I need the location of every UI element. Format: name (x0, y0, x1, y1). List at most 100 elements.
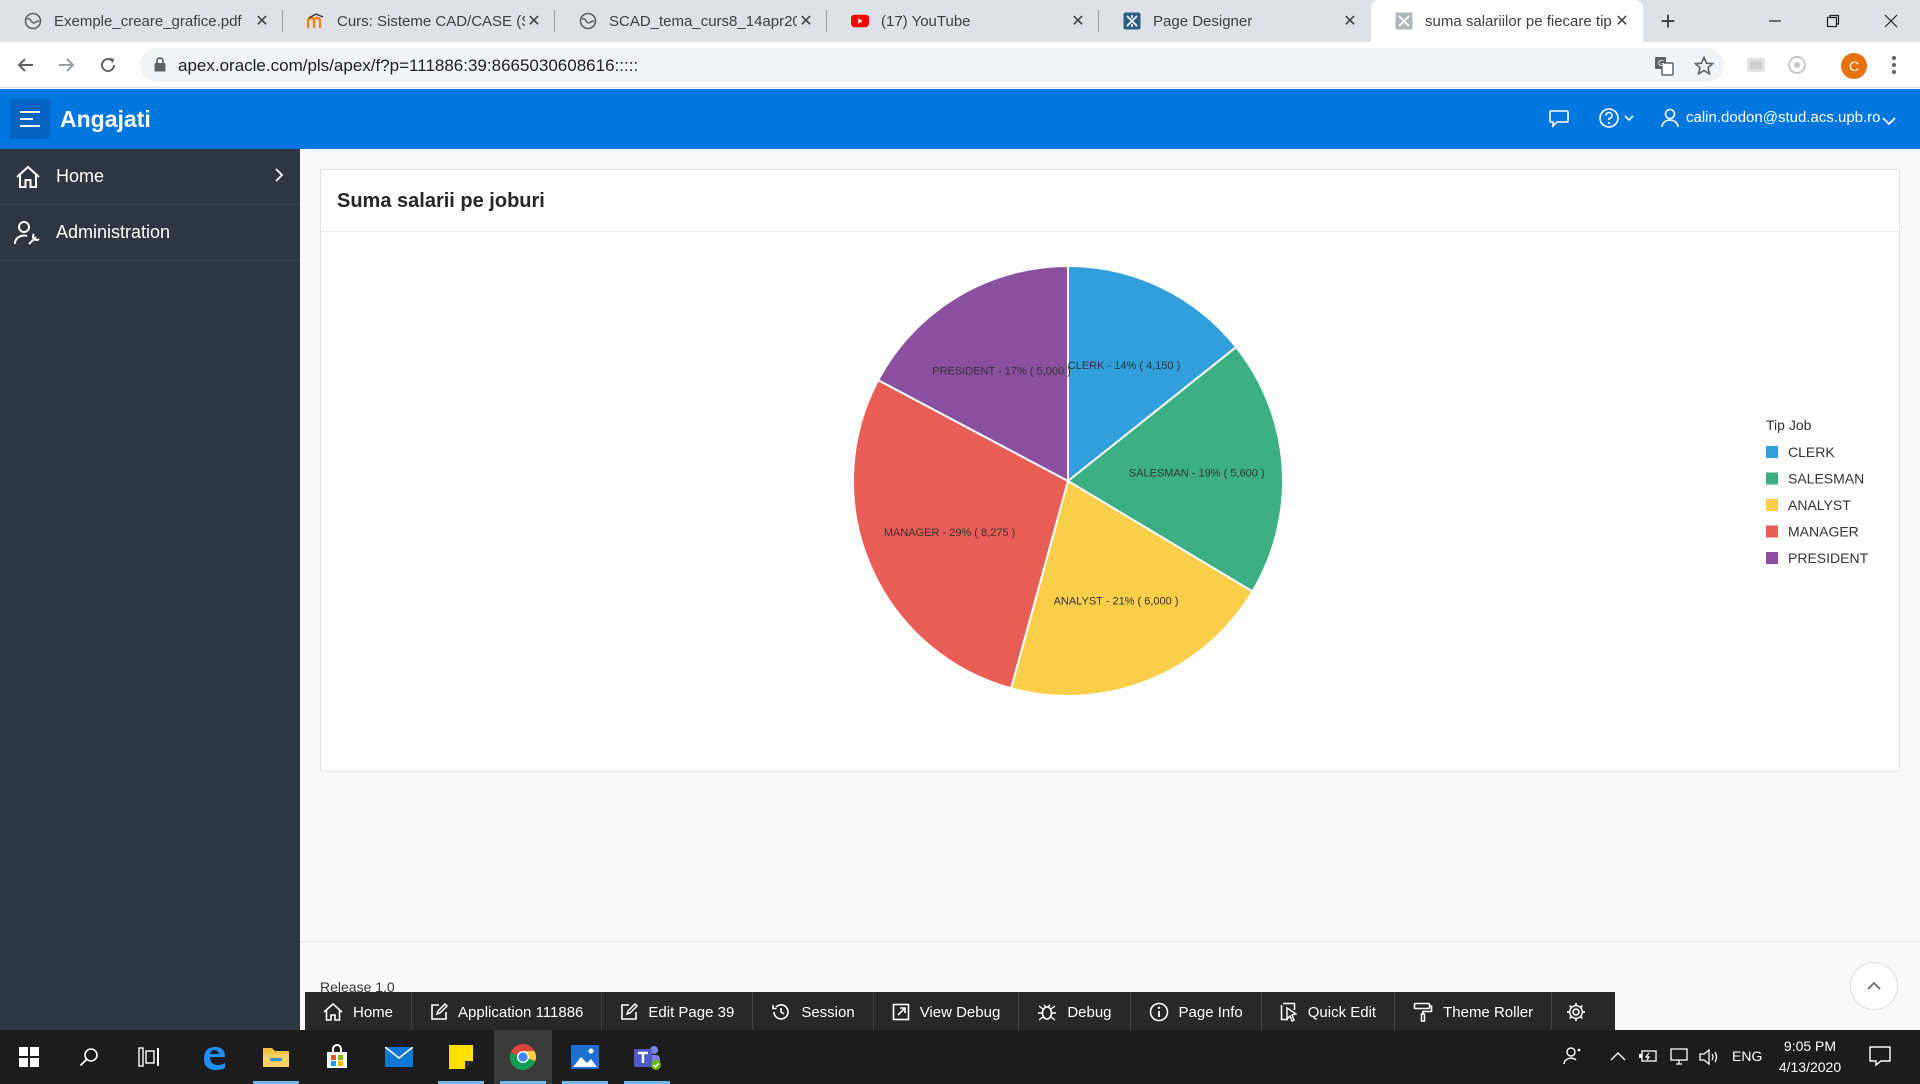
battery-icon[interactable] (1638, 1048, 1658, 1067)
developer-toolbar: Home Application 111886 Edit Page 39 Ses… (305, 992, 1615, 1032)
devbar-theme-roller-button[interactable]: Theme Roller (1395, 992, 1553, 1032)
extension-icon[interactable] (1745, 54, 1767, 76)
tab-title: (17) YouTube (881, 12, 971, 30)
back-button[interactable] (12, 51, 40, 79)
chart-region: Suma salarii pe joburi CLERK - 14% ( 4,1… (320, 169, 1900, 772)
start-button[interactable] (0, 1030, 58, 1084)
devbar-label: Theme Roller (1443, 1003, 1534, 1021)
browser-tab[interactable]: SCAD_tema_curs8_14apr202 ✕ (555, 0, 827, 42)
network-icon[interactable] (1668, 1048, 1690, 1069)
language-indicator[interactable]: ENG (1732, 1048, 1762, 1064)
close-tab-icon[interactable]: ✕ (1341, 11, 1359, 31)
close-tab-icon[interactable]: ✕ (1613, 11, 1631, 31)
cursor-icon (1280, 1002, 1298, 1022)
footer-divider (300, 941, 1920, 942)
browser-tab-active[interactable]: suma salariilor pe fiecare tip ✕ (1371, 0, 1643, 42)
pie-data-label: ANALYST - 21% ( 6,000 ) (1054, 596, 1179, 608)
devbar-home-button[interactable]: Home (305, 992, 413, 1032)
legend-swatch[interactable] (1766, 499, 1778, 511)
lock-icon (154, 57, 166, 77)
browser-tab[interactable]: (17) YouTube ✕ (827, 0, 1099, 42)
devbar-label: Edit Page 39 (648, 1003, 735, 1021)
devbar-session-button[interactable]: Session (753, 992, 874, 1032)
forward-button[interactable] (52, 51, 80, 79)
devbar-label: Debug (1067, 1003, 1112, 1021)
menu-toggle-button[interactable] (10, 99, 50, 139)
help-icon[interactable] (1598, 107, 1638, 134)
legend-swatch[interactable] (1766, 446, 1778, 458)
system-clock[interactable]: 9:05 PM 4/13/2020 (1770, 1036, 1850, 1078)
chevron-down-icon[interactable] (1882, 113, 1896, 131)
home-icon (323, 1003, 343, 1021)
mail-app[interactable] (370, 1030, 428, 1084)
devbar-application-button[interactable]: Application 111886 (412, 992, 603, 1032)
bookmark-star-icon[interactable] (1693, 55, 1715, 76)
user-menu[interactable]: calin.dodon@stud.acs.upb.ro (1686, 109, 1881, 126)
browser-menu-icon[interactable] (1883, 54, 1905, 76)
clock-date: 4/13/2020 (1778, 1059, 1842, 1075)
devbar-debug-button[interactable]: Debug (1019, 992, 1131, 1032)
pie-data-label: MANAGER - 29% ( 8,275 ) (884, 527, 1015, 539)
legend-label[interactable]: ANALYST (1788, 497, 1851, 513)
browser-tab[interactable]: Curs: Sisteme CAD/CASE (Se ✕ (283, 0, 555, 42)
user-email: calin.dodon@stud.acs.upb.ro (1686, 109, 1881, 126)
minimize-button[interactable] (1746, 0, 1804, 42)
devbar-label: Quick Edit (1307, 1003, 1377, 1021)
browser-tab[interactable]: Exemple_creare_grafice.pdf ✕ (0, 0, 283, 42)
legend-swatch[interactable] (1766, 552, 1778, 564)
file-explorer-app[interactable] (247, 1030, 305, 1084)
new-tab-button[interactable]: + (1653, 6, 1683, 36)
devbar-page-info-button[interactable]: Page Info (1131, 992, 1262, 1032)
store-app[interactable] (308, 1030, 366, 1084)
legend-label[interactable]: PRESIDENT (1788, 550, 1869, 566)
show-hidden-icons-button[interactable] (1610, 1049, 1626, 1065)
edge-icon (204, 1047, 225, 1070)
close-tab-icon[interactable]: ✕ (525, 11, 543, 31)
chrome-app[interactable] (494, 1030, 552, 1084)
reload-button[interactable] (94, 51, 122, 79)
pie-slices (852, 264, 1284, 697)
chart-legend: Tip Job CLERK SALESMAN ANALYST MANAGER PRESID… (1766, 417, 1869, 566)
sidebar-item-administration[interactable]: Administration (0, 205, 300, 261)
task-view-button[interactable] (120, 1030, 178, 1084)
volume-icon[interactable] (1698, 1047, 1720, 1070)
feedback-icon[interactable] (1548, 107, 1570, 134)
sidebar-item-home[interactable]: Home (0, 149, 300, 205)
people-icon[interactable] (1563, 1046, 1583, 1069)
notifications-icon[interactable] (1868, 1044, 1892, 1071)
teams-app[interactable] (618, 1030, 676, 1084)
close-tab-icon[interactable]: ✕ (253, 11, 271, 31)
chart-container: CLERK - 14% ( 4,150 ) SALESMAN - 19% ( 5,… (321, 232, 1899, 771)
devbar-quick-edit-button[interactable]: Quick Edit (1262, 992, 1396, 1032)
search-button[interactable] (60, 1030, 118, 1084)
legend-label[interactable]: SALESMAN (1788, 471, 1864, 487)
tab-title: suma salariilor pe fiecare tip (1425, 12, 1612, 30)
legend-label[interactable]: MANAGER (1788, 524, 1859, 540)
restore-button[interactable] (1804, 0, 1862, 42)
legend-swatch[interactable] (1766, 525, 1778, 538)
close-tab-icon[interactable]: ✕ (797, 11, 815, 31)
legend-swatch[interactable] (1766, 472, 1778, 485)
close-window-button[interactable] (1862, 0, 1920, 42)
translate-icon[interactable]: G (1654, 56, 1674, 76)
browser-tab[interactable]: Page Designer ✕ (1099, 0, 1371, 42)
tab-title: Page Designer (1153, 12, 1253, 30)
close-tab-icon[interactable]: ✕ (1069, 11, 1087, 31)
sticky-notes-app[interactable] (432, 1030, 490, 1084)
devbar-edit-page-button[interactable]: Edit Page 39 (602, 992, 754, 1032)
devbar-label: Session (801, 1003, 855, 1021)
devbar-view-debug-button[interactable]: View Debug (874, 992, 1020, 1032)
edge-app[interactable] (185, 1030, 243, 1084)
app-title[interactable]: Angajati (60, 106, 151, 133)
user-icon[interactable] (1660, 107, 1680, 134)
sticky-notes-icon (449, 1045, 473, 1069)
legend-label[interactable]: CLERK (1788, 444, 1835, 460)
chevron-right-icon[interactable] (274, 167, 284, 188)
scroll-to-top-button[interactable] (1850, 962, 1898, 1010)
windows-taskbar: ENG 9:05 PM 4/13/2020 (0, 1030, 1920, 1084)
photos-app[interactable] (556, 1030, 614, 1084)
devbar-settings-button[interactable] (1552, 992, 1600, 1032)
extension-icon[interactable] (1786, 54, 1808, 76)
address-bar[interactable]: apex.oracle.com/pls/apex/f?p=111886:39:8… (140, 48, 1724, 82)
profile-avatar[interactable]: C (1841, 53, 1867, 79)
